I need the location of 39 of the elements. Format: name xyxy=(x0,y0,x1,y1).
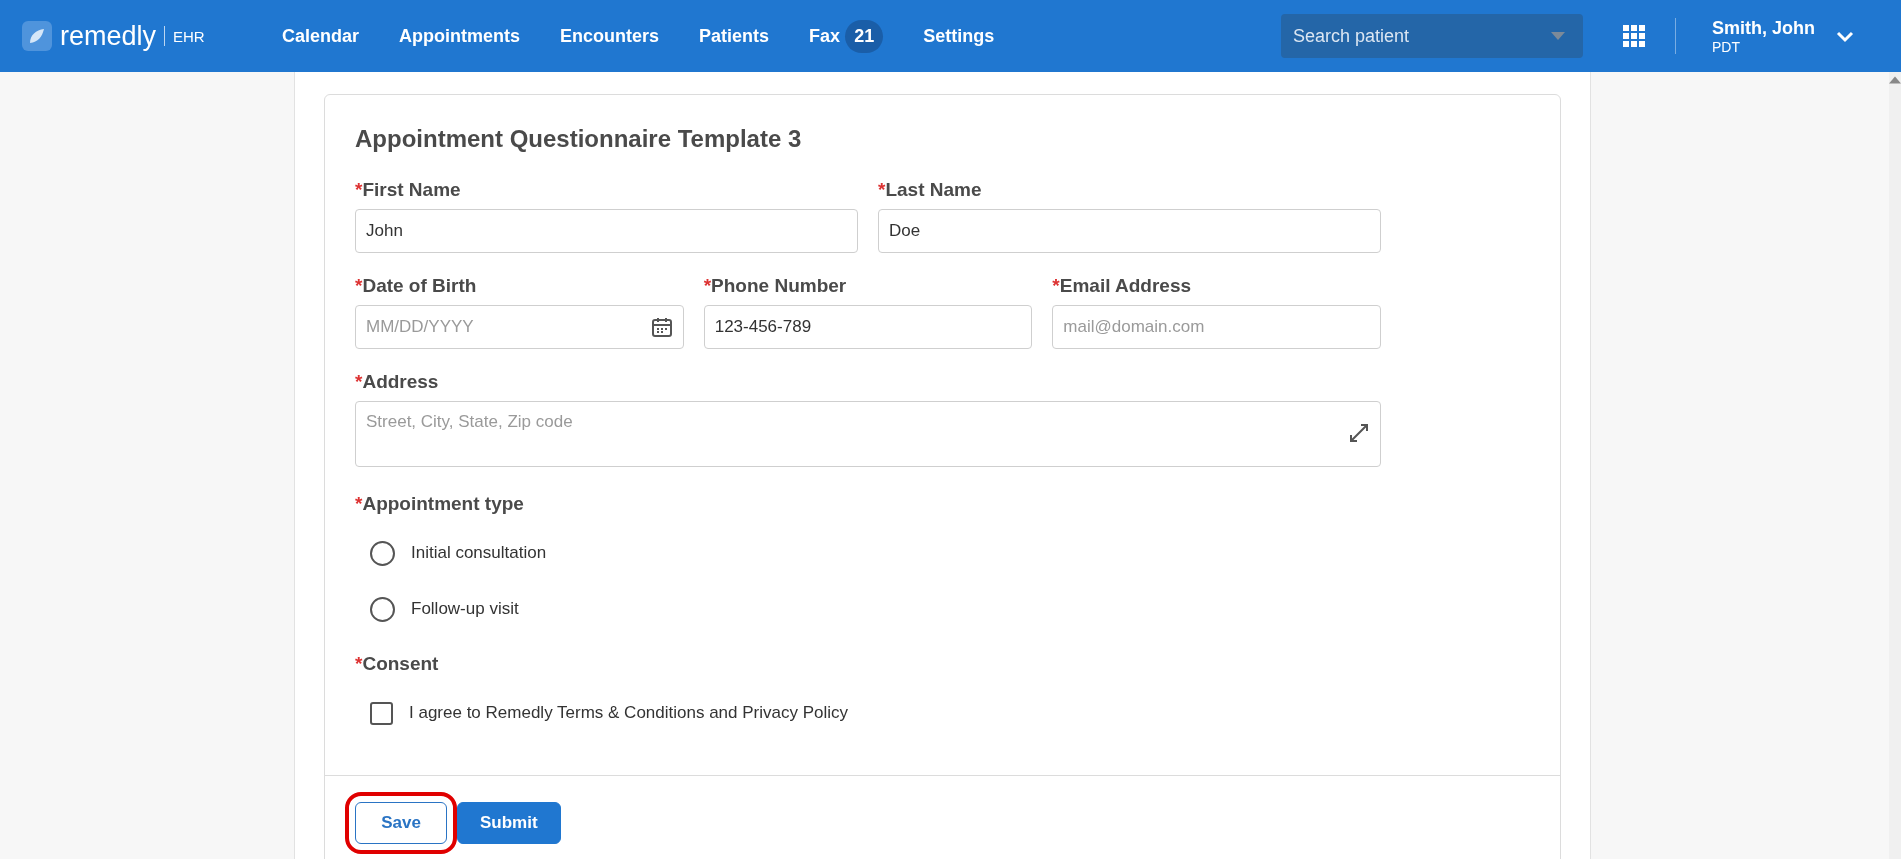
field-label: *First Name xyxy=(355,179,462,201)
expand-icon[interactable] xyxy=(1347,421,1371,445)
checkbox-option[interactable]: I agree to Remedly Terms & Conditions and Privacy Policy xyxy=(370,695,1530,731)
user-menu[interactable]: Smith, John PDT xyxy=(1712,17,1857,55)
form-title: Appointment Questionnaire Template 3 xyxy=(355,125,803,153)
calendar-icon[interactable] xyxy=(649,315,674,339)
field-label: *Email Address xyxy=(1052,275,1193,297)
submit-button[interactable]: Submit xyxy=(457,802,561,844)
leaf-logo-icon xyxy=(22,21,52,51)
field-label: *Phone Number xyxy=(703,275,848,297)
text-field[interactable]: mail@domain.com xyxy=(1052,305,1381,349)
nav-link[interactable]: Appointments xyxy=(399,25,521,47)
logo-text: remedly xyxy=(60,20,157,52)
field-label: *Consent xyxy=(355,653,439,674)
nav-link[interactable]: Fax 21 xyxy=(809,19,884,53)
count-badge: 21 xyxy=(845,19,884,53)
radio-button[interactable] xyxy=(370,596,395,622)
nav-link[interactable]: Settings xyxy=(923,25,995,47)
caret-icon xyxy=(1551,32,1565,40)
grid-icon[interactable] xyxy=(1623,25,1645,47)
text-field[interactable]: 123-456-789 xyxy=(703,305,1033,349)
text-field[interactable]: John xyxy=(355,209,858,253)
nav-link[interactable]: Patients xyxy=(699,25,770,47)
text-field[interactable]: Doe xyxy=(878,209,1381,253)
checkbox[interactable] xyxy=(370,701,393,725)
logo-suffix: EHR xyxy=(164,26,205,46)
search-field[interactable]: Search patient xyxy=(1281,14,1583,58)
nav-link[interactable]: Encounters xyxy=(560,25,660,47)
field-label: *Date of Birth xyxy=(355,275,478,297)
field-label: *Appointment type xyxy=(355,493,524,514)
textarea-field[interactable]: Street, City, State, Zip code xyxy=(355,401,1381,467)
date-field[interactable]: MM/DD/YYYY xyxy=(355,305,684,349)
field-label: *Address xyxy=(355,371,440,393)
scroll-up-icon[interactable] xyxy=(1889,76,1901,84)
radio-option[interactable]: Follow-up visit xyxy=(370,591,1530,627)
nav-link[interactable]: Calendar xyxy=(282,25,360,47)
radio-button[interactable] xyxy=(370,540,395,566)
field-label: *Last Name xyxy=(878,179,983,201)
radio-option[interactable]: Initial consultation xyxy=(370,535,1530,571)
